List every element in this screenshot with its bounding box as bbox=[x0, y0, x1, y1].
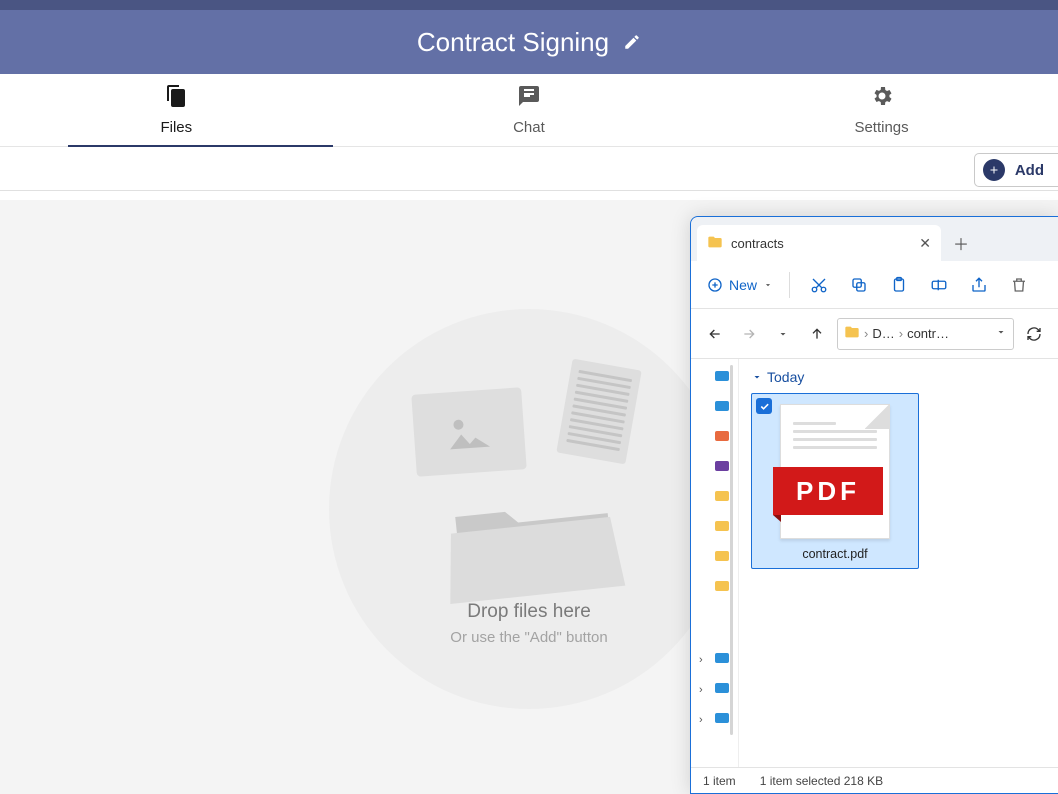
chevron-right-icon[interactable]: › bbox=[699, 654, 703, 666]
dropzone-illustration bbox=[329, 309, 729, 709]
rename-icon[interactable] bbox=[922, 276, 956, 294]
tab-settings-label: Settings bbox=[854, 119, 908, 136]
plus-icon bbox=[983, 159, 1005, 181]
page-title: Contract Signing bbox=[417, 27, 609, 58]
recent-dropdown-icon[interactable] bbox=[769, 328, 797, 340]
sidebar-item[interactable] bbox=[715, 653, 729, 663]
tab-files-label: Files bbox=[160, 119, 192, 136]
sidebar-item[interactable] bbox=[715, 371, 729, 381]
new-button[interactable]: New bbox=[703, 273, 777, 297]
folder-icon bbox=[844, 324, 860, 343]
toolbar-separator bbox=[789, 272, 790, 298]
new-tab-button[interactable]: ＋ bbox=[941, 225, 981, 261]
dropzone-text-secondary: Or use the "Add" button bbox=[329, 629, 729, 646]
sidebar-item[interactable] bbox=[715, 431, 729, 441]
explorer-tabstrip: contracts ✕ ＋ bbox=[691, 217, 1058, 261]
sidebar-item[interactable] bbox=[715, 683, 729, 693]
back-icon[interactable] bbox=[701, 326, 729, 342]
delete-icon[interactable] bbox=[1002, 276, 1036, 294]
sidebar-item[interactable] bbox=[715, 551, 729, 561]
explorer-tab-title: contracts bbox=[731, 236, 784, 251]
gear-icon bbox=[870, 84, 894, 113]
explorer-statusbar: 1 item 1 item selected 218 KB bbox=[691, 767, 1058, 793]
image-icon bbox=[411, 387, 526, 476]
chat-icon bbox=[517, 84, 541, 113]
file-thumbnail: PDF bbox=[780, 404, 890, 539]
explorer-navbar: › D… › contr… bbox=[691, 309, 1058, 359]
chevron-down-icon[interactable] bbox=[995, 326, 1007, 341]
address-bar[interactable]: › D… › contr… bbox=[837, 318, 1014, 350]
explorer-toolbar: New bbox=[691, 261, 1058, 309]
folder-icon bbox=[707, 234, 723, 253]
status-item-count: 1 item bbox=[703, 774, 736, 788]
close-icon[interactable]: ✕ bbox=[919, 235, 931, 252]
sidebar-item[interactable] bbox=[715, 401, 729, 411]
sidebar-item[interactable] bbox=[715, 461, 729, 471]
refresh-icon[interactable] bbox=[1020, 326, 1048, 342]
dropzone-text-primary: Drop files here bbox=[329, 601, 729, 623]
page-header: Contract Signing bbox=[0, 10, 1058, 74]
group-label: Today bbox=[767, 369, 804, 385]
sidebar-item[interactable] bbox=[715, 491, 729, 501]
status-selection: 1 item selected 218 KB bbox=[760, 774, 883, 788]
breadcrumb-sep-icon: › bbox=[864, 326, 868, 341]
checkbox-checked-icon[interactable] bbox=[756, 398, 772, 414]
sidebar-item[interactable] bbox=[715, 521, 729, 531]
explorer-body: › › › Today bbox=[691, 359, 1058, 767]
scrollbar[interactable] bbox=[730, 365, 733, 735]
files-icon bbox=[164, 84, 188, 113]
main-tabs: Files Chat Settings bbox=[0, 74, 1058, 147]
pdf-badge: PDF bbox=[773, 467, 883, 515]
edit-icon[interactable] bbox=[623, 33, 641, 51]
tab-settings[interactable]: Settings bbox=[705, 74, 1058, 146]
forward-icon[interactable] bbox=[735, 326, 763, 342]
sidebar-item[interactable] bbox=[715, 713, 729, 723]
breadcrumb-part[interactable]: D… bbox=[872, 326, 894, 341]
explorer-content[interactable]: Today PDF contract.pdf bbox=[739, 359, 1058, 767]
sidebar-item[interactable] bbox=[715, 581, 729, 591]
explorer-tab[interactable]: contracts ✕ bbox=[697, 225, 941, 261]
chevron-right-icon[interactable]: › bbox=[699, 714, 703, 726]
breadcrumb-part[interactable]: contr… bbox=[907, 326, 949, 341]
breadcrumb-sep-icon: › bbox=[899, 326, 903, 341]
add-button-label: Add bbox=[1015, 162, 1044, 179]
tab-files[interactable]: Files bbox=[0, 74, 353, 146]
explorer-sidebar[interactable]: › › › bbox=[691, 359, 739, 767]
chevron-right-icon[interactable]: › bbox=[699, 684, 703, 696]
action-bar: Add bbox=[0, 147, 1058, 191]
paste-icon[interactable] bbox=[882, 276, 916, 294]
tab-chat[interactable]: Chat bbox=[353, 74, 706, 146]
window-top-strip bbox=[0, 0, 1058, 10]
file-item[interactable]: PDF contract.pdf bbox=[751, 393, 919, 569]
file-name: contract.pdf bbox=[758, 543, 912, 562]
tab-chat-label: Chat bbox=[513, 119, 545, 136]
cut-icon[interactable] bbox=[802, 276, 836, 294]
document-icon bbox=[556, 358, 641, 464]
copy-icon[interactable] bbox=[842, 276, 876, 294]
dropzone-inner: Drop files here Or use the "Add" button bbox=[329, 309, 729, 646]
up-icon[interactable] bbox=[803, 326, 831, 342]
share-icon[interactable] bbox=[962, 276, 996, 294]
new-button-label: New bbox=[729, 277, 757, 293]
file-explorer-window: contracts ✕ ＋ New bbox=[690, 216, 1058, 794]
folder-icon bbox=[439, 479, 629, 609]
add-button[interactable]: Add bbox=[974, 153, 1058, 187]
date-group-header[interactable]: Today bbox=[751, 369, 1046, 385]
